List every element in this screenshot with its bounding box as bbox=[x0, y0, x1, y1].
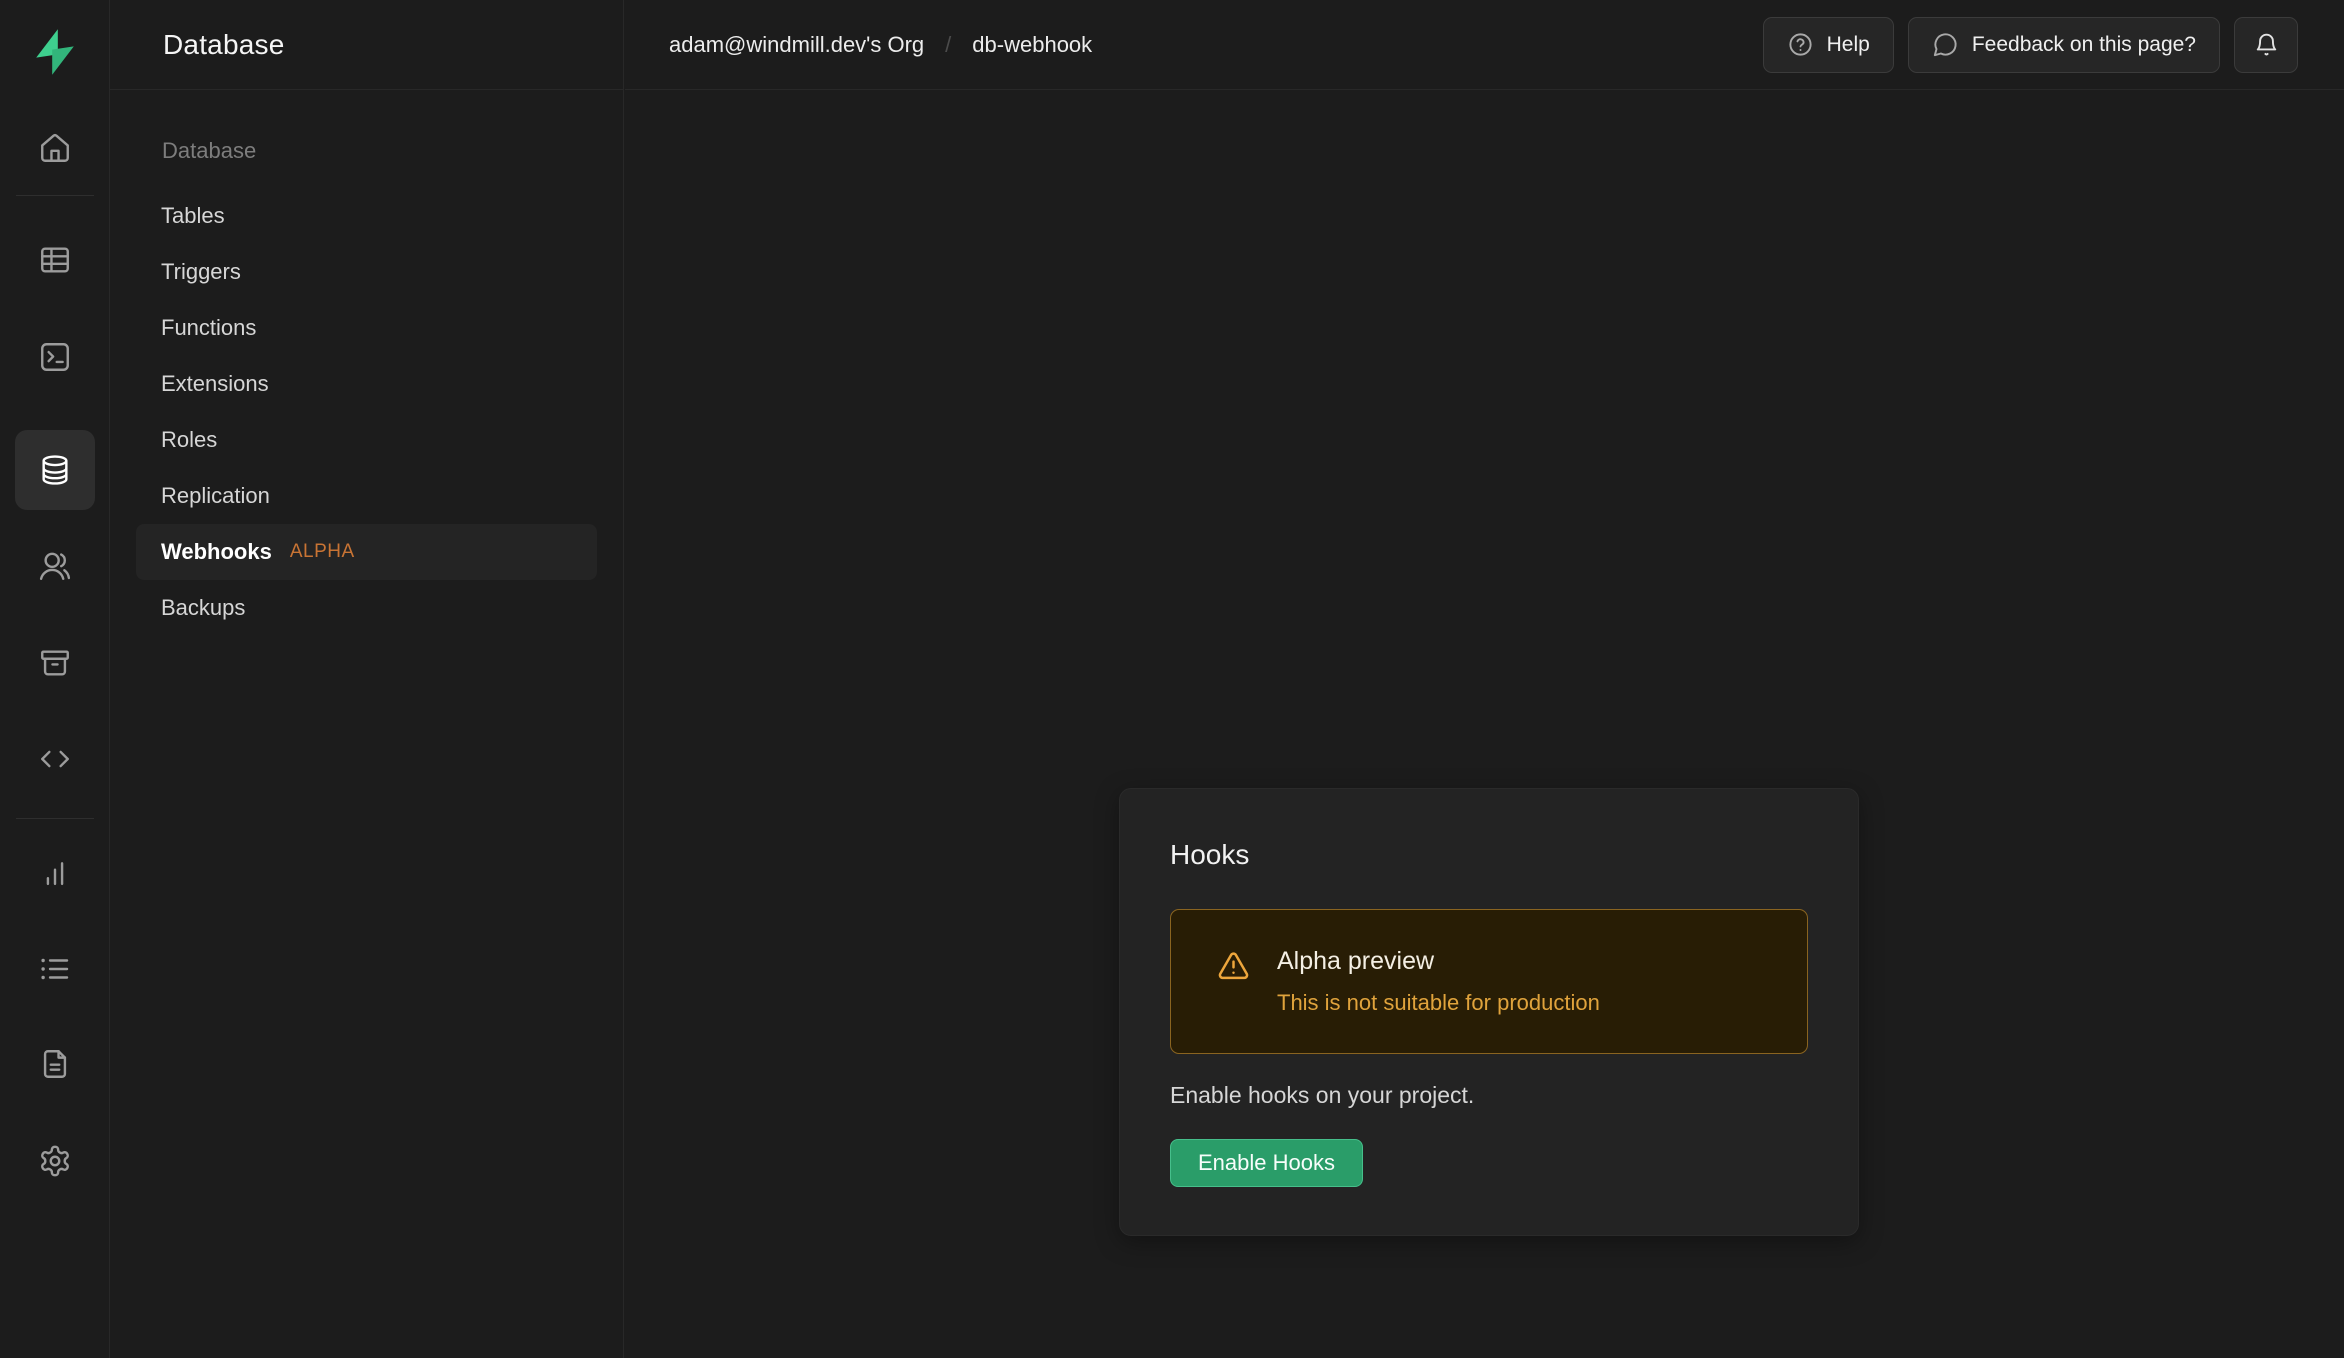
sidebar-item-triggers[interactable]: Triggers bbox=[136, 244, 597, 300]
breadcrumb: adam@windmill.dev's Org / db-webhook bbox=[669, 32, 1092, 58]
help-button[interactable]: Help bbox=[1763, 17, 1894, 73]
icon-rail bbox=[0, 0, 110, 1358]
home-icon bbox=[38, 131, 72, 165]
top-header: adam@windmill.dev's Org / db-webhook Hel… bbox=[625, 0, 2344, 90]
rail-storage-button[interactable] bbox=[15, 623, 95, 703]
rail-table-editor-button[interactable] bbox=[15, 220, 95, 300]
alert-title: Alpha preview bbox=[1277, 947, 1600, 976]
api-docs-icon bbox=[38, 1047, 72, 1081]
settings-gear-icon bbox=[38, 1144, 72, 1178]
menu-section-title: Database bbox=[136, 138, 597, 164]
reports-icon bbox=[38, 857, 72, 891]
rail-settings-button[interactable] bbox=[15, 1121, 95, 1201]
header-actions: Help Feedback on this page? bbox=[1763, 17, 2298, 73]
bell-icon bbox=[2253, 31, 2280, 58]
sidebar-item-extensions[interactable]: Extensions bbox=[136, 356, 597, 412]
hooks-card-title: Hooks bbox=[1170, 839, 1808, 871]
breadcrumb-project[interactable]: db-webhook bbox=[972, 32, 1092, 58]
main-area: adam@windmill.dev's Org / db-webhook Hel… bbox=[625, 0, 2344, 1358]
notifications-button[interactable] bbox=[2234, 17, 2298, 73]
rail-logs-button[interactable] bbox=[15, 929, 95, 1009]
speech-bubble-icon bbox=[1932, 31, 1959, 58]
sidebar-item-roles[interactable]: Roles bbox=[136, 412, 597, 468]
breadcrumb-separator: / bbox=[945, 32, 951, 58]
feedback-button[interactable]: Feedback on this page? bbox=[1908, 17, 2220, 73]
hooks-card: Hooks Alpha preview This is not suitable… bbox=[1119, 788, 1859, 1236]
warning-triangle-icon bbox=[1217, 949, 1250, 982]
rail-database-button[interactable] bbox=[15, 430, 95, 510]
database-sidebar: Database Database Tables Triggers Functi… bbox=[110, 0, 624, 1358]
rail-divider bbox=[16, 195, 94, 196]
content-canvas: Hooks Alpha preview This is not suitable… bbox=[625, 90, 2344, 1358]
rail-api-docs-button[interactable] bbox=[15, 1024, 95, 1104]
alpha-preview-alert: Alpha preview This is not suitable for p… bbox=[1170, 909, 1808, 1054]
alert-description: This is not suitable for production bbox=[1277, 990, 1600, 1016]
auth-users-icon bbox=[38, 549, 72, 583]
sidebar-item-replication[interactable]: Replication bbox=[136, 468, 597, 524]
rail-edge-functions-button[interactable] bbox=[15, 719, 95, 799]
alpha-badge: ALPHA bbox=[290, 541, 355, 563]
logs-icon bbox=[38, 952, 72, 986]
rail-home-button[interactable] bbox=[15, 108, 95, 188]
alert-text-block: Alpha preview This is not suitable for p… bbox=[1277, 947, 1600, 1016]
sidebar-item-webhooks[interactable]: Webhooks ALPHA bbox=[136, 524, 597, 580]
rail-auth-button[interactable] bbox=[15, 526, 95, 606]
sidebar-menu: Database Tables Triggers Functions Exten… bbox=[110, 138, 623, 636]
sidebar-item-backups[interactable]: Backups bbox=[136, 580, 597, 636]
rail-sql-editor-button[interactable] bbox=[15, 317, 95, 397]
rail-divider bbox=[16, 818, 94, 819]
storage-icon bbox=[38, 646, 72, 680]
hooks-card-body: Enable hooks on your project. bbox=[1170, 1082, 1808, 1109]
sidebar-header: Database bbox=[110, 0, 623, 90]
edge-functions-icon bbox=[38, 742, 72, 776]
breadcrumb-org[interactable]: adam@windmill.dev's Org bbox=[669, 32, 924, 58]
sidebar-item-tables[interactable]: Tables bbox=[136, 188, 597, 244]
lightning-bolt-icon bbox=[31, 26, 79, 78]
help-circle-icon bbox=[1787, 31, 1814, 58]
supabase-logo[interactable] bbox=[31, 26, 79, 78]
sql-editor-icon bbox=[38, 340, 72, 374]
table-editor-icon bbox=[38, 243, 72, 277]
page-title: Database bbox=[163, 29, 284, 61]
rail-reports-button[interactable] bbox=[15, 834, 95, 914]
sidebar-item-functions[interactable]: Functions bbox=[136, 300, 597, 356]
database-icon bbox=[38, 453, 72, 487]
enable-hooks-button[interactable]: Enable Hooks bbox=[1170, 1139, 1363, 1187]
